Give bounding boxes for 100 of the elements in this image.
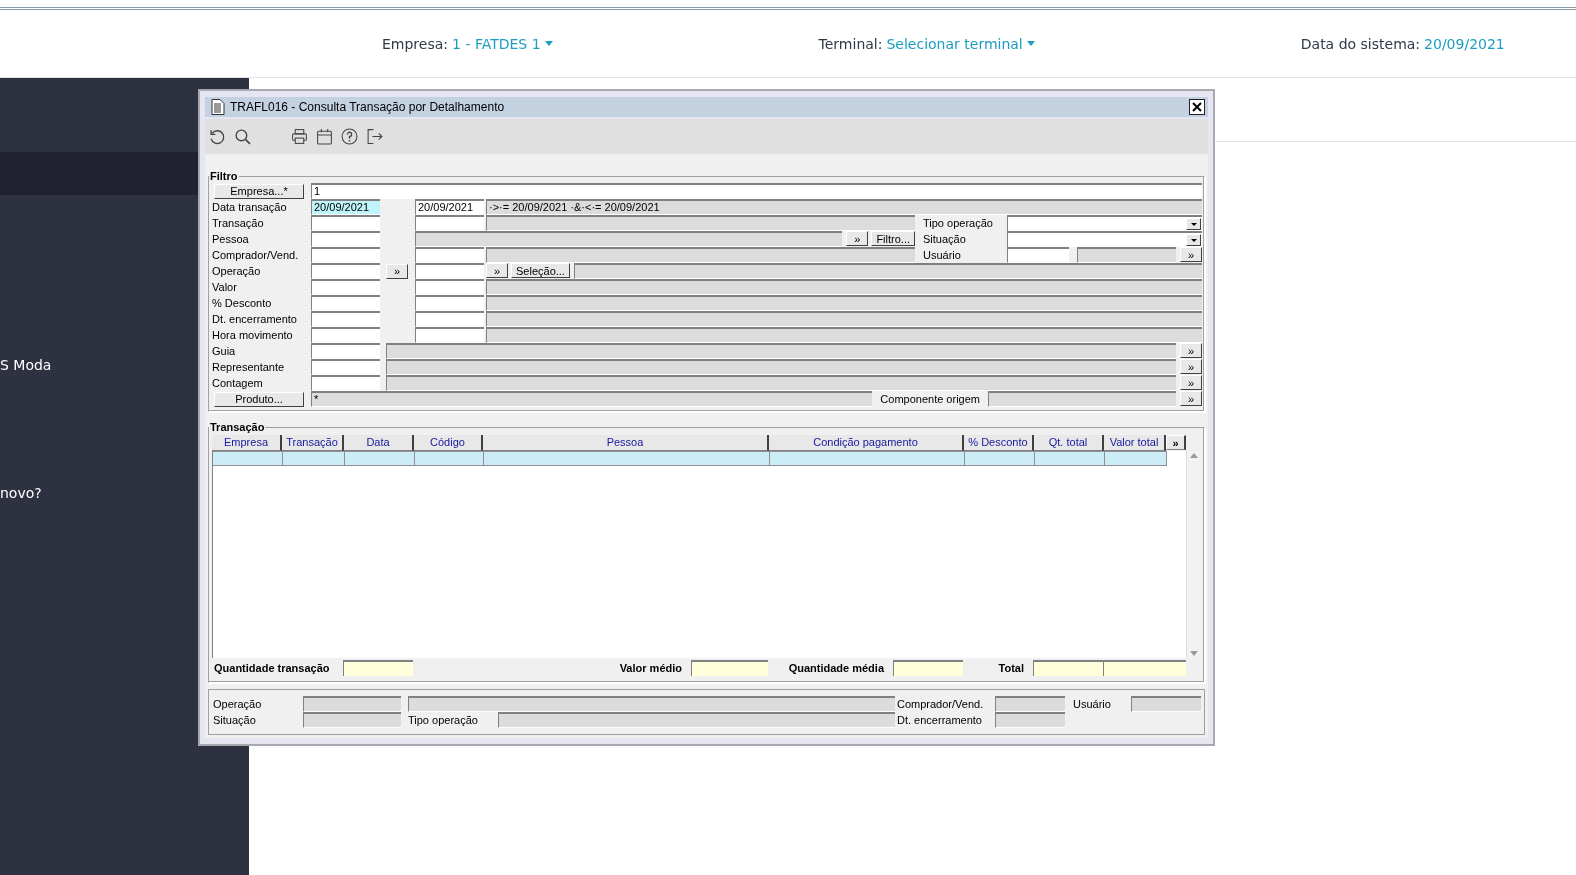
field-label: % Desconto [212,296,273,311]
input-field[interactable] [311,231,380,247]
field-label: Pessoa [212,232,250,247]
down-arrow-icon[interactable] [1189,651,1198,656]
undo-icon[interactable] [209,128,226,145]
dropdown-button[interactable] [1186,234,1201,246]
table-cell [965,451,1035,466]
more-columns-button[interactable]: » [1166,435,1186,450]
input-field[interactable] [311,327,380,343]
field-label: Dt. encerramento [212,312,298,327]
field-label: Componente origem [879,392,981,407]
lookup-button[interactable]: » [486,263,508,278]
column-header[interactable]: % Desconto [964,435,1034,451]
column-header[interactable]: Empresa [212,435,282,451]
input-field[interactable] [415,263,484,279]
table-cell [283,451,345,466]
readonly-field: * [311,391,873,407]
total-label: Total [997,661,1025,676]
printer-icon[interactable] [291,128,308,145]
lookup-button[interactable]: » [1180,375,1202,390]
field-label: Usuário [923,248,962,263]
field-label: Representante [212,360,286,375]
table-cell [213,451,283,466]
total-field [1033,660,1103,676]
field-label: Usuário [1072,697,1112,712]
column-header[interactable]: Data [344,435,414,451]
input-field[interactable] [311,295,380,311]
field-label: Tipo operação [923,216,994,231]
column-header[interactable]: Qt. total [1034,435,1104,451]
dropdown[interactable] [1007,215,1202,231]
input-field[interactable] [311,375,380,391]
field-label: Tipo operação [408,713,479,728]
input-field[interactable] [415,247,484,263]
column-header[interactable]: Código [414,435,483,451]
field-label: Valor [212,280,238,295]
lookup-button[interactable]: » [386,263,408,279]
field-label: Hora movimento [212,328,294,343]
input-field[interactable] [415,295,484,311]
action-button[interactable]: Produto... [214,391,304,407]
column-header[interactable]: Transação [282,435,344,451]
input-field[interactable] [1007,247,1069,263]
input-field[interactable]: 1 [311,183,1202,199]
caret-down-icon [1026,41,1035,46]
dropdown[interactable] [1007,231,1202,247]
input-field[interactable] [311,247,380,263]
dropdown-button[interactable] [1186,218,1201,230]
calendar-icon[interactable] [316,128,333,145]
input-field[interactable] [415,215,484,231]
caret-down-icon [1189,237,1198,243]
total-field [343,660,413,676]
input-field[interactable] [311,359,380,375]
total-label: Quantidade média [787,661,886,676]
lookup-button[interactable]: » [1180,391,1202,406]
table-cell [415,451,484,466]
table-cell [1105,451,1167,466]
column-header[interactable]: Condição pagamento [769,435,964,451]
readonly-field [1131,696,1201,712]
readonly-field [995,712,1065,728]
action-button[interactable]: Seleção... [511,263,570,278]
input-field[interactable] [415,327,484,343]
total-field [893,660,963,676]
input-field[interactable] [311,311,380,327]
lookup-button[interactable]: » [1180,343,1202,358]
input-field[interactable] [311,215,380,231]
field-label: Contagem [212,376,264,391]
field-label: Situação [923,232,967,247]
action-button[interactable]: Filtro... [871,231,915,246]
action-button[interactable]: Empresa...* [214,183,304,199]
close-button[interactable] [1189,99,1205,115]
document-icon [211,99,225,115]
input-field[interactable]: 20/09/2021 [311,199,380,215]
field-label: Comprador/Vend. [897,697,985,712]
input-field[interactable]: 20/09/2021 [415,199,484,215]
table-cell [345,451,415,466]
input-field[interactable] [415,279,484,295]
total-label: Valor médio [618,661,683,676]
caret-down-icon [544,41,553,46]
lookup-button[interactable]: » [846,231,869,246]
up-arrow-icon[interactable] [1189,453,1198,458]
field-label: Guia [212,344,237,359]
input-field[interactable] [311,343,380,359]
field-label: Data transação [212,200,288,215]
search-icon[interactable] [234,128,251,145]
exit-icon[interactable] [366,128,383,145]
field-label: Operação [212,264,262,279]
total-label: Quantidade transação [213,661,331,676]
caret-down-icon [1189,221,1198,227]
lookup-button[interactable]: » [1180,359,1202,374]
window-title: TRAFL016 - Consulta Transação por Detalhamento [230,100,506,114]
input-field[interactable] [311,263,380,279]
input-field[interactable] [415,311,484,327]
help-icon[interactable] [341,128,358,145]
field-label: Situação [213,713,257,728]
readonly-field [995,696,1065,712]
column-header[interactable]: Pessoa [483,435,769,451]
table-cell [1035,451,1105,466]
lookup-button[interactable]: » [1180,247,1202,262]
column-header[interactable]: Valor total [1104,435,1166,451]
input-field[interactable] [311,279,380,295]
group-title: Transação [209,421,266,433]
